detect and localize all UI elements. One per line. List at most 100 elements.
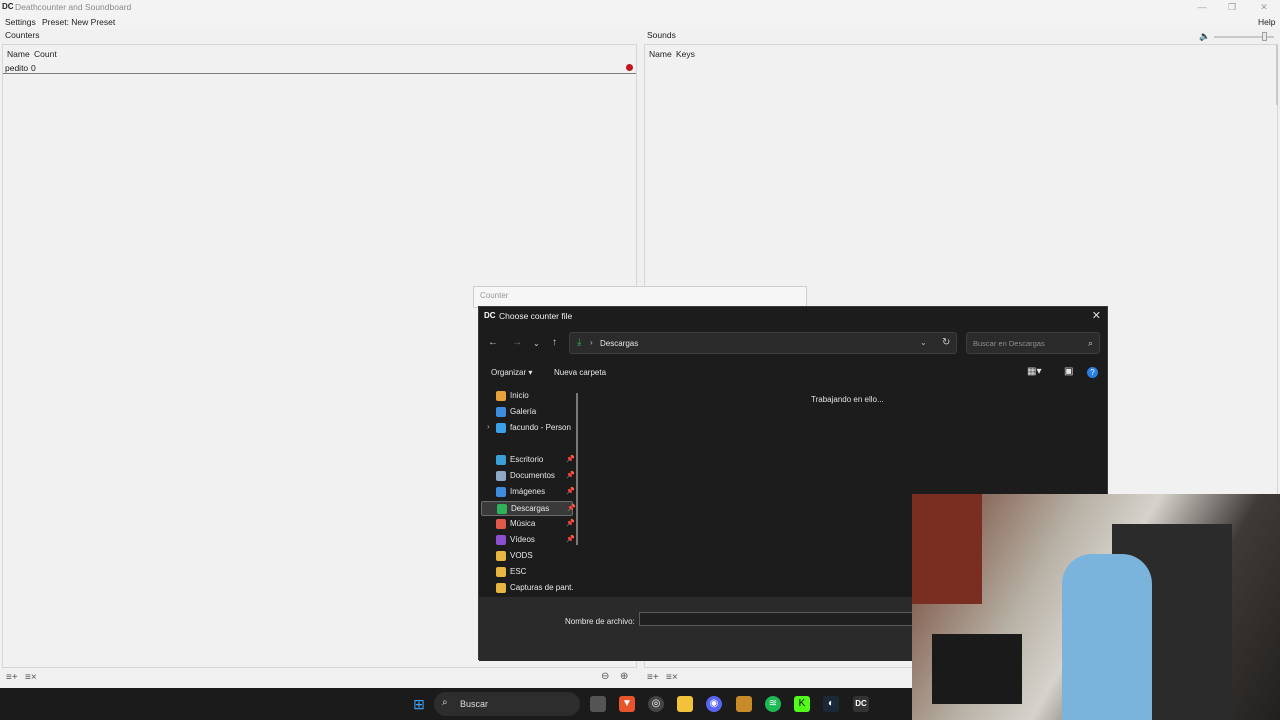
sidebar-item[interactable]: Escritorio 📌 [496, 453, 575, 468]
help-icon[interactable]: ? [1087, 367, 1098, 378]
dialog-title: Choose counter file [499, 311, 573, 321]
sidebar-item[interactable]: facundo - Person [496, 421, 574, 436]
minimize-button[interactable]: — [1194, 1, 1210, 13]
sidebar-item[interactable]: VODS [496, 549, 574, 564]
pin-icon: 📌 [566, 520, 575, 527]
close-button[interactable]: ✕ [1256, 1, 1272, 13]
task-view-icon[interactable] [590, 696, 606, 712]
column-name[interactable]: Name [7, 49, 30, 59]
folder-icon [496, 535, 506, 545]
sidebar-item[interactable]: Imágenes 📌 [496, 485, 575, 500]
column-keys[interactable]: Keys [676, 49, 695, 59]
maximize-button[interactable]: ❐ [1224, 1, 1240, 13]
forward-icon[interactable]: → [512, 337, 522, 348]
sidebar-item-label: Descargas [511, 504, 550, 513]
person [1062, 554, 1152, 720]
row-divider [3, 73, 636, 74]
sidebar-item-label: Escritorio [510, 455, 544, 464]
search-input[interactable]: Buscar en Descargas ⌕ [966, 332, 1100, 354]
filename-input[interactable] [639, 612, 929, 626]
sidebar-item[interactable]: Galería [496, 405, 574, 420]
sidebar-item-label: facundo - Person [510, 423, 571, 432]
sidebar-item-label: Vídeos [510, 535, 535, 544]
pin-icon: 📌 [566, 536, 575, 543]
folder-icon [496, 471, 506, 481]
app-icon: DC [2, 2, 14, 11]
chevron-right-icon: › [590, 338, 593, 347]
folder-icon [496, 487, 506, 497]
steam-icon[interactable]: ◐ [823, 696, 839, 712]
menu-settings[interactable]: Settings [5, 17, 36, 27]
counter-name[interactable]: pedito [5, 63, 28, 73]
recent-locations-icon[interactable]: ⌄ [533, 339, 540, 348]
folder-icon [496, 583, 506, 593]
address-path[interactable]: Descargas [600, 339, 638, 348]
files-icon[interactable] [736, 696, 752, 712]
sidebar-item-label: Capturas de pant. [510, 583, 574, 592]
record-indicator-icon[interactable] [626, 64, 633, 71]
clear-sounds-icon[interactable]: ≡× [666, 672, 678, 683]
windows-start-icon[interactable]: ⊞ [411, 696, 427, 712]
new-folder-button[interactable]: Nueva carpeta [554, 368, 606, 377]
dialog-app-icon: DC [484, 311, 496, 320]
up-icon[interactable]: ↑ [552, 337, 557, 348]
scrollbar[interactable] [1276, 45, 1278, 105]
webcam-overlay [912, 494, 1280, 720]
folder-icon [496, 567, 506, 577]
spotify-icon[interactable]: ≋ [765, 696, 781, 712]
column-count[interactable]: Count [34, 49, 57, 59]
app-icon[interactable]: ◎ [648, 696, 664, 712]
sidebar-item[interactable]: Descargas 📌 [481, 501, 576, 516]
folder-icon [496, 519, 506, 529]
counter-count[interactable]: 0 [31, 63, 36, 73]
deathcounter-icon[interactable]: DC [853, 696, 869, 712]
speaker-icon: 🔈 [1199, 31, 1211, 41]
kick-icon[interactable]: K [794, 696, 810, 712]
title-bar: DC Deathcounter and Soundboard — ❐ ✕ [0, 0, 1280, 15]
search-placeholder: Buscar en Descargas [973, 339, 1045, 348]
counter-dialog-title: Counter [480, 291, 509, 300]
sidebar-item[interactable]: Inicio [496, 389, 574, 404]
sidebar-item[interactable]: Música 📌 [496, 517, 575, 532]
sidebar-item[interactable]: Documentos 📌 [496, 469, 575, 484]
chevron-down-icon[interactable]: ⌄ [920, 338, 927, 347]
pin-icon: 📌 [566, 472, 575, 479]
taskbar-search[interactable]: ⌕ Buscar [434, 692, 580, 716]
address-bar[interactable]: ⤓ › Descargas ⌄ ↻ [569, 332, 957, 354]
decrement-icon[interactable]: ⊖ [601, 671, 609, 682]
sidebar-item[interactable]: ESC [496, 565, 574, 580]
search-icon[interactable]: ⌕ [1088, 338, 1093, 349]
sidebar-item[interactable]: Capturas de pant. [496, 581, 574, 596]
folder-icon [496, 423, 506, 433]
volume-slider-thumb[interactable] [1262, 32, 1267, 41]
back-icon[interactable]: ← [488, 337, 498, 348]
menu-preset[interactable]: Preset: New Preset [42, 17, 115, 27]
view-options-icon[interactable]: ▦▾ [1027, 366, 1041, 377]
menu-help[interactable]: Help [1258, 17, 1275, 27]
sidebar-item-label: Documentos [510, 471, 555, 480]
add-counter-icon[interactable]: ≡+ [6, 672, 18, 683]
expand-chevron-icon[interactable]: › [487, 422, 490, 431]
preview-pane-icon[interactable]: ▣ [1064, 366, 1073, 377]
brave-icon[interactable]: ▼ [619, 696, 635, 712]
sidebar-item[interactable]: Vídeos 📌 [496, 533, 575, 548]
refresh-icon[interactable]: ↻ [942, 337, 950, 348]
clear-list-icon[interactable]: ≡× [25, 672, 37, 683]
sidebar-scrollbar[interactable] [576, 393, 578, 545]
search-icon: ⌕ [442, 697, 448, 708]
sidebar-item-label: Música [510, 519, 536, 528]
add-sound-icon[interactable]: ≡+ [647, 672, 659, 683]
organize-button[interactable]: Organizar ▾ [491, 368, 532, 377]
counters-heading: Counters [5, 30, 40, 40]
window-title: Deathcounter and Soundboard [15, 2, 132, 12]
pin-icon: 📌 [566, 488, 575, 495]
table-row[interactable]: pedito 0 [3, 60, 636, 74]
keyboard [932, 634, 1022, 704]
column-name[interactable]: Name [649, 49, 672, 59]
file-explorer-icon[interactable] [677, 696, 693, 712]
increment-icon[interactable]: ⊕ [620, 671, 628, 682]
counter-dialog: Counter [473, 286, 807, 308]
dialog-close-button[interactable]: ✕ [1092, 309, 1101, 322]
discord-icon[interactable]: ◉ [706, 696, 722, 712]
folder-icon [496, 455, 506, 465]
